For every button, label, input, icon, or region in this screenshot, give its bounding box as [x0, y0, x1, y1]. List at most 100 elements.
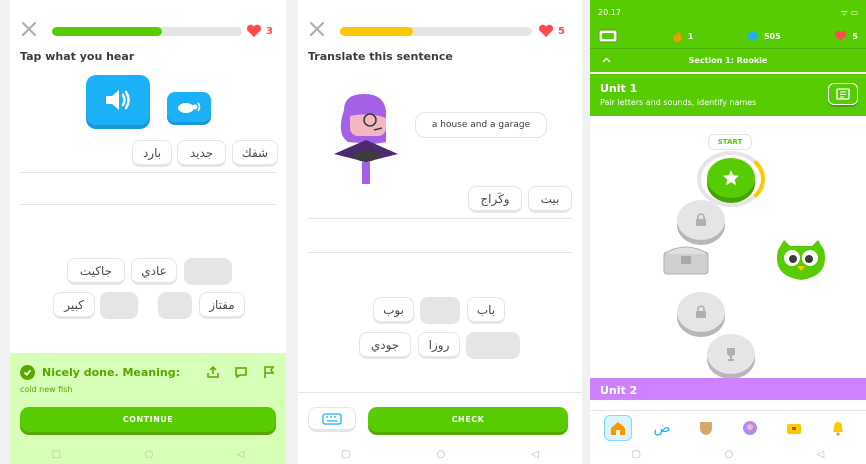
- hearts-count: 3: [266, 25, 273, 37]
- lily-character-icon: [334, 94, 398, 184]
- guidebook-button[interactable]: [828, 83, 858, 105]
- word-bank-empty-slot: [158, 292, 192, 319]
- back-icon[interactable]: ◁: [237, 449, 245, 460]
- home-icon[interactable]: ○: [437, 449, 446, 460]
- play-slow-audio-button[interactable]: [167, 92, 211, 122]
- word-bank-empty-slot: [184, 258, 232, 285]
- home-icon: [611, 421, 625, 435]
- word-bank-tile[interactable]: روزا: [418, 332, 460, 359]
- stats-bar: 1 505 5: [590, 24, 866, 48]
- recent-apps-icon[interactable]: ▢: [341, 449, 350, 460]
- tab-leaderboards[interactable]: [780, 415, 808, 441]
- hearts-count: 5: [852, 31, 858, 41]
- speech-bubble: a house and a garage: [415, 112, 547, 138]
- word-bank-tile[interactable]: عادي: [131, 258, 177, 285]
- bell-icon: [833, 421, 843, 436]
- section-header[interactable]: Section 1: Rookie: [590, 48, 866, 72]
- check-circle-icon: [20, 365, 35, 380]
- hearts-counter[interactable]: 5: [834, 30, 858, 42]
- status-bar: 20.17 ᯤ ▭: [590, 0, 866, 24]
- star-icon: [723, 170, 739, 186]
- duo-owl-icon: [776, 240, 826, 280]
- word-bank-empty-slot: [420, 297, 460, 324]
- lesson-node-locked[interactable]: [677, 200, 725, 240]
- tab-profile[interactable]: [736, 415, 764, 441]
- footer-divider: [298, 392, 582, 393]
- answer-tile[interactable]: وكَراج: [468, 186, 522, 213]
- heart-icon: [538, 24, 554, 37]
- lock-icon: [696, 213, 706, 226]
- play-audio-button[interactable]: [86, 75, 150, 125]
- word-bank-tile[interactable]: جاكيت: [67, 258, 125, 285]
- word-bank-tile[interactable]: كبير: [53, 292, 95, 319]
- comment-icon[interactable]: [234, 365, 248, 379]
- check-button[interactable]: CHECK: [368, 407, 568, 432]
- share-icon[interactable]: [206, 365, 220, 379]
- back-icon[interactable]: ◁: [817, 449, 825, 460]
- recent-apps-icon[interactable]: ▢: [52, 449, 61, 460]
- listen-exercise-screen: 3 Tap what you hear شفك جديد بارد عادي ج…: [10, 0, 286, 464]
- course-flag-icon[interactable]: [598, 29, 618, 43]
- gems-count: 505: [763, 31, 781, 41]
- answer-line: [20, 172, 276, 173]
- lesson-node-current[interactable]: [707, 158, 755, 198]
- gems-counter[interactable]: 505: [747, 30, 781, 42]
- dumbbell-shield-icon: [700, 421, 712, 435]
- answer-tile[interactable]: بارد: [132, 140, 172, 167]
- streak-count: 1: [687, 31, 694, 41]
- tab-practice[interactable]: [692, 415, 720, 441]
- hearts-counter: 3: [246, 24, 273, 38]
- word-bank-tile[interactable]: بوب: [373, 297, 414, 324]
- arabic-letter-icon: ض: [653, 419, 671, 436]
- answer-tile[interactable]: شفك: [232, 140, 278, 167]
- chevron-up-icon[interactable]: [602, 56, 611, 65]
- android-nav-bar: ▢ ○ ◁: [590, 444, 866, 464]
- tab-notifications[interactable]: [824, 415, 852, 441]
- answer-tile[interactable]: بيت: [528, 186, 572, 213]
- section-title: Section 1: Rookie: [688, 56, 768, 65]
- continue-button[interactable]: CONTINUE: [20, 407, 276, 432]
- recent-apps-icon[interactable]: ▢: [632, 449, 641, 460]
- tab-letters[interactable]: ض: [648, 415, 676, 441]
- status-time: 20.17: [598, 7, 621, 17]
- speaker-icon: [106, 90, 130, 110]
- exercise-prompt: Tap what you hear: [20, 50, 135, 63]
- android-nav-bar: ▢ ○ ◁: [10, 444, 286, 464]
- home-icon[interactable]: ○: [144, 449, 153, 460]
- exercise-prompt: Translate this sentence: [308, 50, 453, 63]
- treasure-chest-icon: [663, 246, 709, 275]
- tab-learn[interactable]: [604, 414, 632, 441]
- translate-exercise-screen: 5 Translate this sentence a house and a …: [298, 0, 582, 464]
- unit-2-banner: Unit 2: [590, 378, 866, 400]
- keyboard-toggle-button[interactable]: [308, 407, 356, 432]
- answer-line: [308, 252, 572, 253]
- report-flag-icon[interactable]: [262, 365, 276, 379]
- bottom-tab-bar: ض: [590, 410, 866, 444]
- lesson-progress-bar: [52, 27, 242, 36]
- home-icon[interactable]: ○: [724, 449, 733, 460]
- lock-icon: [696, 305, 706, 318]
- answer-line: [308, 218, 572, 219]
- turtle-icon: [178, 102, 201, 113]
- answer-tile[interactable]: جديد: [177, 140, 226, 167]
- trophy-icon: [727, 348, 735, 361]
- unit-description: Pair letters and sounds, identify names: [600, 98, 757, 107]
- android-nav-bar: ▢ ○ ◁: [298, 444, 582, 464]
- guidebook-icon: [836, 88, 850, 100]
- hearts-count: 5: [558, 25, 565, 37]
- feedback-meaning: cold new fish: [20, 385, 73, 394]
- streak-counter[interactable]: 1: [672, 30, 694, 43]
- trophy-node[interactable]: [707, 334, 755, 374]
- unit-title: Unit 2: [600, 384, 638, 397]
- word-bank-tile[interactable]: مفتاز: [199, 292, 245, 319]
- lesson-progress-bar: [340, 27, 532, 36]
- back-icon[interactable]: ◁: [531, 449, 539, 460]
- lesson-node-locked[interactable]: [677, 292, 725, 332]
- word-bank-tile[interactable]: باب: [467, 297, 505, 324]
- close-icon[interactable]: [20, 20, 38, 38]
- close-icon[interactable]: [308, 20, 326, 38]
- gem-icon: [747, 31, 758, 41]
- word-bank-tile[interactable]: جودي: [359, 332, 411, 359]
- treasure-chest-node[interactable]: [660, 242, 712, 276]
- profile-avatar-icon: [743, 420, 757, 435]
